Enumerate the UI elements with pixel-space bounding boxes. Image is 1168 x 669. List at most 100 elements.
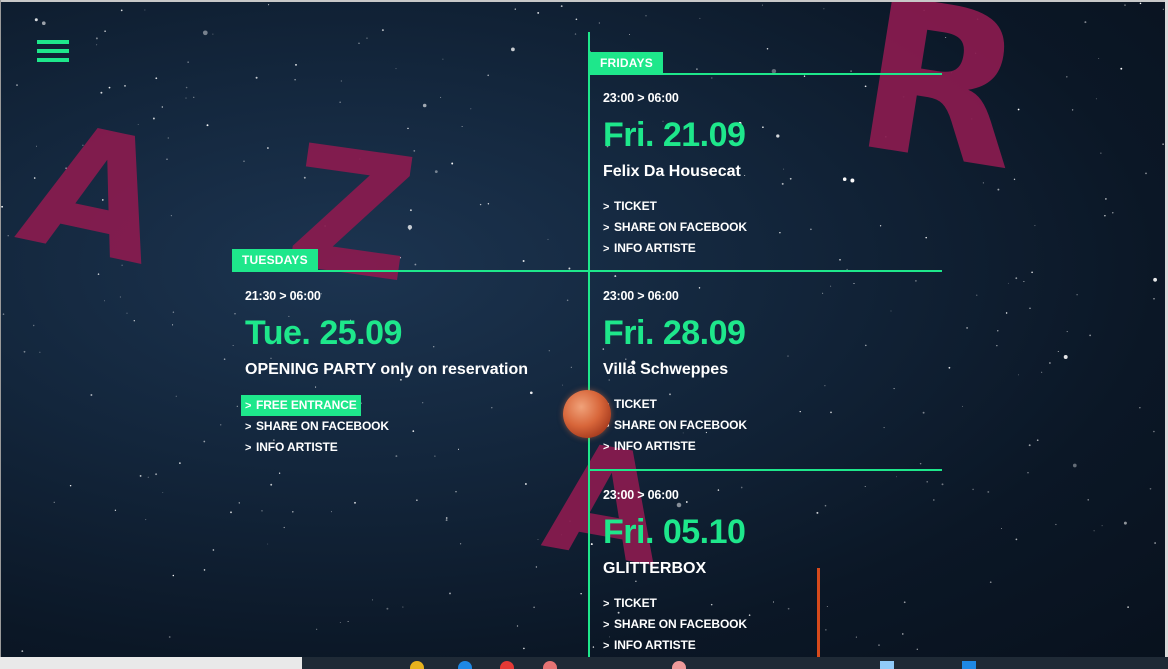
star xyxy=(7,235,9,237)
event-title: Villa Schweppes xyxy=(603,361,729,378)
star xyxy=(996,345,998,347)
info-artiste-link[interactable]: > INFO ARTISTE xyxy=(603,635,943,656)
hamburger-bar xyxy=(37,58,69,62)
star xyxy=(803,75,806,77)
star xyxy=(614,275,617,278)
star xyxy=(193,96,195,98)
chevron-right-icon: > xyxy=(603,222,610,234)
star xyxy=(243,160,245,162)
hamburger-bar xyxy=(37,49,69,53)
taskbar-browser-icon[interactable] xyxy=(458,661,472,669)
star xyxy=(212,33,214,35)
star xyxy=(203,569,206,571)
star xyxy=(839,258,841,261)
info-artiste-link[interactable]: > INFO ARTISTE xyxy=(245,437,585,458)
star xyxy=(1027,472,1029,474)
star xyxy=(139,474,142,477)
event-time: 23:00 > 06:00 xyxy=(603,289,679,303)
section-tag-tuesdays: TUESDAYS xyxy=(232,249,318,271)
star xyxy=(395,68,397,70)
info-artiste-link[interactable]: > INFO ARTISTE xyxy=(603,436,943,457)
link-label: SHARE ON FACEBOOK xyxy=(614,220,747,234)
star xyxy=(172,311,175,313)
hamburger-menu-icon[interactable] xyxy=(37,40,69,64)
star xyxy=(294,79,296,81)
share-facebook-link[interactable]: > SHARE ON FACEBOOK xyxy=(603,217,943,238)
star xyxy=(1162,143,1164,145)
star xyxy=(537,539,539,540)
star xyxy=(522,260,525,262)
star xyxy=(124,85,126,87)
star xyxy=(926,481,928,483)
star xyxy=(16,84,18,86)
star xyxy=(592,646,595,648)
ticket-link[interactable]: >TICKET xyxy=(603,593,943,614)
taskbar-chrome-icon[interactable] xyxy=(543,661,557,669)
chevron-right-icon: > xyxy=(603,640,610,652)
star xyxy=(145,519,147,521)
share-facebook-link[interactable]: >SHARE ON FACEBOOK xyxy=(603,415,943,436)
star xyxy=(232,345,234,347)
star xyxy=(966,326,969,329)
star xyxy=(1139,407,1141,409)
star xyxy=(41,21,46,26)
star xyxy=(175,395,177,397)
star xyxy=(126,312,128,314)
info-artiste-link[interactable]: > INFO ARTISTE xyxy=(603,238,943,259)
free-entrance-link[interactable]: > FREE ENTRANCE xyxy=(241,395,361,416)
star xyxy=(547,238,549,240)
star xyxy=(268,4,270,6)
chevron-right-icon: > xyxy=(603,201,610,213)
event-title: GLITTERBOX xyxy=(603,560,707,577)
star xyxy=(108,86,111,89)
star xyxy=(21,650,24,652)
star xyxy=(69,484,72,487)
link-label: INFO ARTISTE xyxy=(256,440,338,454)
taskbar-app-icon[interactable] xyxy=(880,661,894,669)
star xyxy=(238,502,240,504)
taskbar-app-icon[interactable] xyxy=(672,661,686,669)
star xyxy=(1104,215,1106,217)
star xyxy=(445,519,448,522)
taskbar-app-icon[interactable] xyxy=(962,661,976,669)
star xyxy=(168,636,171,638)
star xyxy=(560,5,563,7)
share-facebook-link[interactable]: >SHARE ON FACEBOOK xyxy=(603,614,943,635)
star xyxy=(120,9,123,12)
event-date: Fri. 28.09 xyxy=(603,314,746,352)
star xyxy=(53,501,55,503)
star xyxy=(1112,212,1114,214)
star xyxy=(90,394,93,396)
share-facebook-link[interactable]: >SHARE ON FACEBOOK xyxy=(245,416,585,437)
taskbar-app-icon[interactable] xyxy=(500,661,514,669)
star xyxy=(1123,521,1127,525)
ticket-link[interactable]: >TICKET xyxy=(603,394,943,415)
star xyxy=(381,29,384,32)
star xyxy=(354,501,356,504)
star xyxy=(155,473,158,476)
star xyxy=(989,581,992,584)
event-title: OPENING PARTY only on reservation xyxy=(245,361,529,378)
link-label: SHARE ON FACEBOOK xyxy=(256,419,389,433)
star xyxy=(179,462,181,464)
star xyxy=(919,462,922,465)
chevron-right-icon: > xyxy=(603,243,610,255)
star xyxy=(997,330,999,332)
event-time: 21:30 > 06:00 xyxy=(245,289,321,303)
ticket-link[interactable]: >TICKET xyxy=(603,196,943,217)
star xyxy=(162,491,164,493)
star xyxy=(896,476,897,478)
moon-image xyxy=(563,390,611,438)
star xyxy=(402,606,404,608)
star xyxy=(32,324,35,327)
event-card: 23:00 > 06:00 Fri. 21.09 Felix Da Housec… xyxy=(603,91,943,259)
star xyxy=(459,543,462,545)
star xyxy=(1023,281,1025,283)
star xyxy=(147,476,149,478)
taskbar-folder-icon[interactable] xyxy=(410,661,424,669)
event-divider xyxy=(590,469,942,471)
chevron-right-icon: > xyxy=(245,400,252,412)
star xyxy=(1055,523,1057,526)
star xyxy=(1015,277,1018,280)
star xyxy=(629,34,630,35)
